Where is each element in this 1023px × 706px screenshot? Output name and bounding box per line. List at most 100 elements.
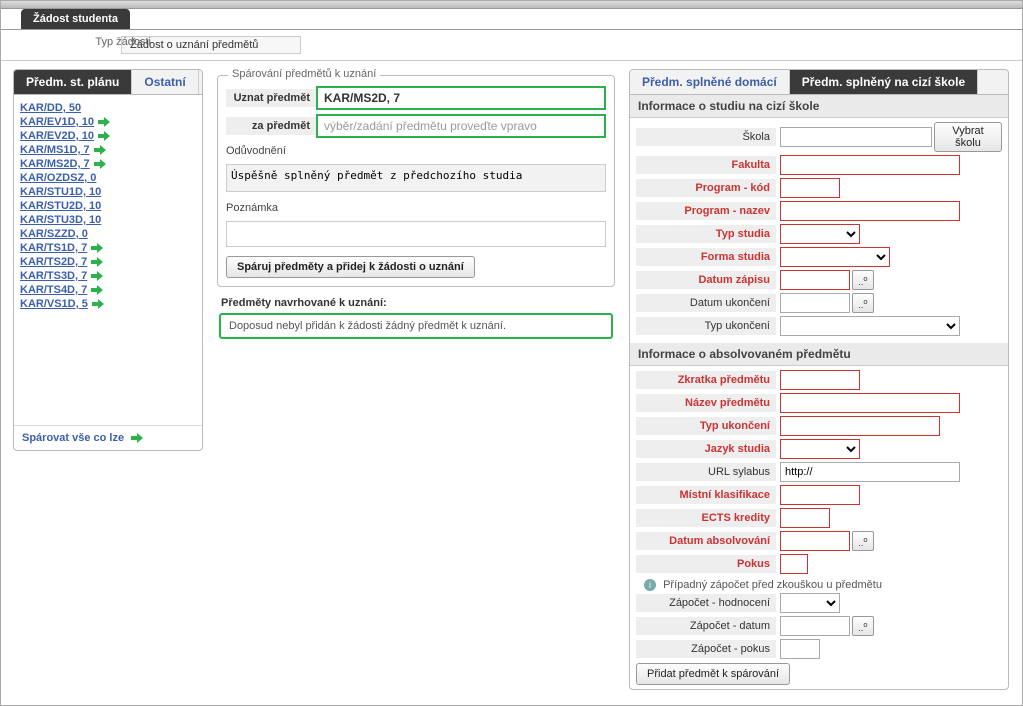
end-date-label: Datum ukončení xyxy=(636,294,776,312)
end-date-input[interactable] xyxy=(780,293,850,313)
subject-item: KAR/STU2D, 10 xyxy=(20,199,196,213)
arrow-right-icon[interactable] xyxy=(91,285,105,295)
date-completed-input[interactable] xyxy=(780,531,850,551)
subject-link[interactable]: KAR/EV2D, 10 xyxy=(20,130,94,142)
tab-domestic-completed[interactable]: Předm. splněné domácí xyxy=(630,70,790,94)
calendar-icon[interactable]: ..o xyxy=(852,531,874,551)
for-subject-input[interactable]: výběr/zadání předmětu proveďte vpravo xyxy=(316,114,606,138)
add-subject-button[interactable]: Přidat předmět k spárování xyxy=(636,663,790,685)
arrow-right-icon[interactable] xyxy=(91,271,105,281)
credit-eval-select[interactable] xyxy=(780,593,840,613)
arrow-right-icon[interactable] xyxy=(92,299,106,309)
subject-name-label: Název předmětu xyxy=(636,394,776,412)
url-input[interactable] xyxy=(780,462,960,482)
calendar-icon[interactable]: ..o xyxy=(852,616,874,636)
credit-attempt-input[interactable] xyxy=(780,639,820,659)
tab-foreign-completed[interactable]: Předm. splněný na cizí škole xyxy=(790,70,978,94)
completed-subject-form: Zkratka předmětu Název předmětu Typ ukon… xyxy=(630,366,1008,689)
subject-item: KAR/TS4D, 7 xyxy=(20,283,196,297)
completion-type-input[interactable] xyxy=(780,416,940,436)
credit-attempt-label: Zápočet - pokus xyxy=(636,640,776,658)
attempt-input[interactable] xyxy=(780,554,808,574)
subject-item: KAR/MS2D, 7 xyxy=(20,157,196,171)
language-select[interactable] xyxy=(780,439,860,459)
for-subject-label: za předmět xyxy=(226,117,316,135)
app-window: Žádost studenta Typ žádosti Žádost o uzn… xyxy=(0,0,1023,706)
section-completed-subject: Informace o absolvovaném předmětu xyxy=(630,343,1008,366)
program-name-label: Program - nazev xyxy=(636,202,776,220)
arrow-right-icon[interactable] xyxy=(98,117,112,127)
language-label: Jazyk studia xyxy=(636,440,776,458)
note-textarea[interactable] xyxy=(226,221,606,247)
subject-item: KAR/TS3D, 7 xyxy=(20,269,196,283)
recognize-input[interactable]: KAR/MS2D, 7 xyxy=(316,86,606,110)
foreign-study-form: Škola Vybrat školu Fakulta Program - kód… xyxy=(630,118,1008,343)
content-area: Předm. st. plánu Ostatní KAR/DD, 50 KAR/E… xyxy=(1,61,1022,698)
subject-link[interactable]: KAR/MS1D, 7 xyxy=(20,144,90,156)
subject-item: KAR/TS2D, 7 xyxy=(20,255,196,269)
program-code-input[interactable] xyxy=(780,178,840,198)
faculty-label: Fakulta xyxy=(636,156,776,174)
end-type-label: Typ ukončení xyxy=(636,317,776,335)
attempt-label: Pokus xyxy=(636,555,776,573)
pair-all-label: Spárovat vše co lze xyxy=(22,432,124,444)
arrow-right-icon[interactable] xyxy=(91,243,105,253)
end-type-select[interactable] xyxy=(780,316,960,336)
credit-date-input[interactable] xyxy=(780,616,850,636)
arrow-right-icon[interactable] xyxy=(94,145,108,155)
subject-link[interactable]: KAR/TS4D, 7 xyxy=(20,284,87,296)
ects-input[interactable] xyxy=(780,508,830,528)
calendar-icon[interactable]: ..o xyxy=(852,293,874,313)
arrow-right-icon[interactable] xyxy=(94,159,108,169)
study-form-select[interactable] xyxy=(780,247,890,267)
tab-other[interactable]: Ostatní xyxy=(132,70,198,94)
tab-plan-subjects[interactable]: Předm. st. plánu xyxy=(14,70,132,94)
middle-panel: Spárování předmětů k uznání Uznat předmě… xyxy=(211,69,621,347)
url-label: URL sylabus xyxy=(636,463,776,481)
program-name-input[interactable] xyxy=(780,201,960,221)
subject-item: KAR/SZZD, 0 xyxy=(20,227,196,241)
request-type-row: Typ žádosti Žádost o uznání předmětů xyxy=(1,30,1022,61)
subject-list[interactable]: KAR/DD, 50 KAR/EV1D, 10 KAR/EV2D, 10 KAR/MS… xyxy=(14,95,202,425)
subject-link[interactable]: KAR/STU2D, 10 xyxy=(20,200,101,212)
arrow-right-icon[interactable] xyxy=(91,257,105,267)
subject-link[interactable]: KAR/OZDSZ, 0 xyxy=(20,172,96,184)
pair-all-button[interactable]: Spárovat vše co lze xyxy=(14,425,202,450)
choose-school-button[interactable]: Vybrat školu xyxy=(934,122,1002,152)
subject-link[interactable]: KAR/VS1D, 5 xyxy=(20,298,88,310)
subject-link[interactable]: KAR/STU3D, 10 xyxy=(20,214,101,226)
right-tabs: Předm. splněné domácí Předm. splněný na … xyxy=(630,70,1008,95)
info-icon: i xyxy=(644,579,656,591)
proposed-title: Předměty navrhované k uznání: xyxy=(211,293,621,313)
calendar-icon[interactable]: ..o xyxy=(852,270,874,290)
subject-link[interactable]: KAR/STU1D, 10 xyxy=(20,186,101,198)
subject-link[interactable]: KAR/SZZD, 0 xyxy=(20,228,88,240)
abbr-input[interactable] xyxy=(780,370,860,390)
subject-item: KAR/VS1D, 5 xyxy=(20,297,196,311)
faculty-input[interactable] xyxy=(780,155,960,175)
subject-link[interactable]: KAR/TS2D, 7 xyxy=(20,256,87,268)
subject-link[interactable]: KAR/DD, 50 xyxy=(20,102,81,114)
subject-item: KAR/EV2D, 10 xyxy=(20,129,196,143)
subject-name-input[interactable] xyxy=(780,393,960,413)
arrow-right-icon[interactable] xyxy=(98,131,112,141)
school-input[interactable] xyxy=(780,127,932,147)
pair-and-add-button[interactable]: Spáruj předměty a přidej k žádosti o uzn… xyxy=(226,256,475,278)
subject-link[interactable]: KAR/MS2D, 7 xyxy=(20,158,90,170)
subject-item: KAR/STU1D, 10 xyxy=(20,185,196,199)
subject-link[interactable]: KAR/TS3D, 7 xyxy=(20,270,87,282)
enroll-date-input[interactable] xyxy=(780,270,850,290)
ects-label: ECTS kredity xyxy=(636,509,776,527)
arrow-right-icon xyxy=(131,433,145,443)
subject-link[interactable]: KAR/EV1D, 10 xyxy=(20,116,94,128)
local-class-input[interactable] xyxy=(780,485,860,505)
subject-item: KAR/MS1D, 7 xyxy=(20,143,196,157)
study-type-select[interactable] xyxy=(780,224,860,244)
left-tabs: Předm. st. plánu Ostatní xyxy=(14,70,202,95)
credit-info-row: i Případný zápočet před zkouškou u předm… xyxy=(636,577,1002,593)
outer-tab-request[interactable]: Žádost studenta xyxy=(21,9,130,29)
subject-link[interactable]: KAR/TS1D, 7 xyxy=(20,242,87,254)
left-panel: Předm. st. plánu Ostatní KAR/DD, 50 KAR/E… xyxy=(13,69,203,451)
reason-textarea[interactable]: Úspěšně splněný předmět z předchozího st… xyxy=(226,164,606,192)
subject-item: KAR/STU3D, 10 xyxy=(20,213,196,227)
